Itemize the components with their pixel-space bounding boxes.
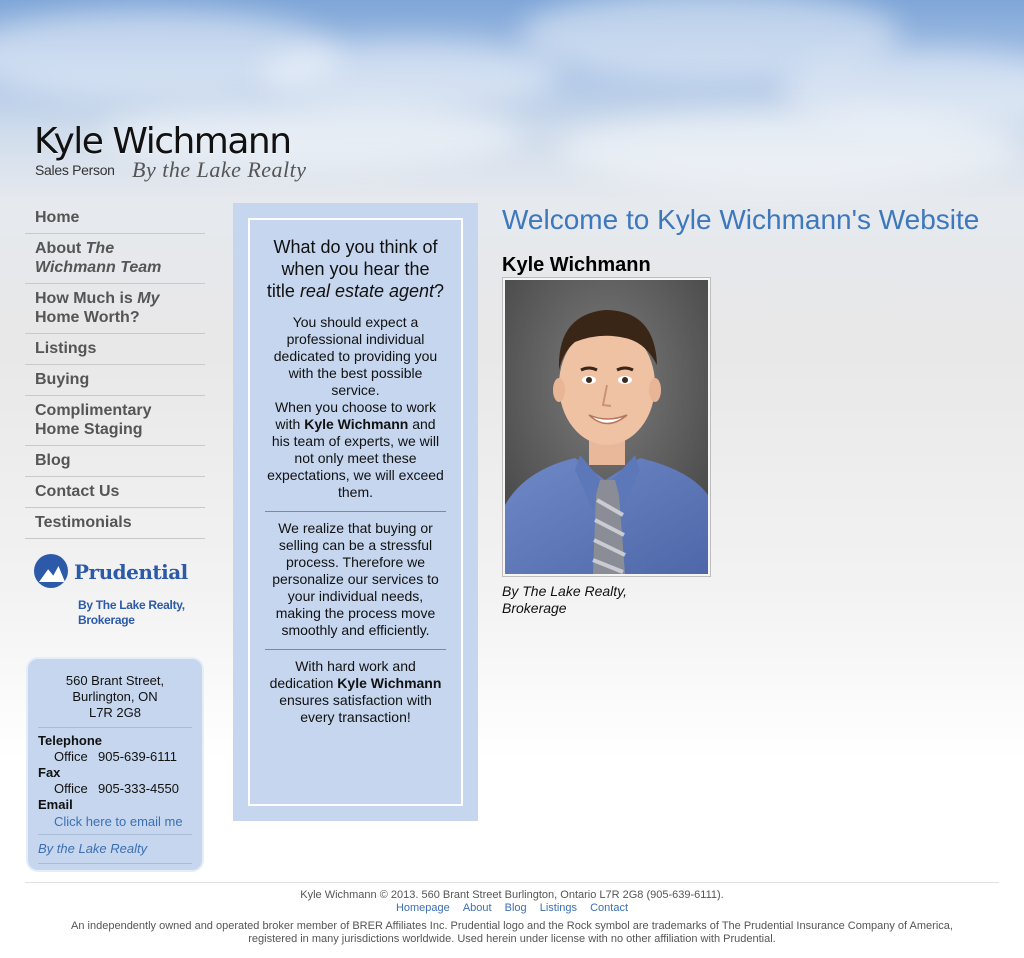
intro-paragraph-2: When you choose to work with Kyle Wichma… xyxy=(265,399,446,501)
phone-type-label: Office xyxy=(54,749,88,764)
logo-wordmark: Prudential xyxy=(74,560,188,584)
nav-item-blog[interactable]: Blog xyxy=(25,446,205,477)
contact-box: 560 Brant Street, Burlington, ON L7R 2G8… xyxy=(26,657,204,872)
nav-item-testimonials[interactable]: Testimonials xyxy=(25,508,205,539)
nav-item-buying[interactable]: Buying xyxy=(25,365,205,396)
logo-subtitle-line: By The Lake Realty, xyxy=(78,598,185,612)
rock-icon xyxy=(34,554,68,588)
address: 560 Brant Street, Burlington, ON L7R 2G8 xyxy=(38,673,192,728)
nav-label-emphasis: My xyxy=(137,290,160,307)
intro-panel-inner: What do you think of when you hear the t… xyxy=(248,218,463,806)
fax-type-label: Office xyxy=(54,781,88,796)
nav-label: Testimonials xyxy=(35,514,132,531)
fax-row: Office 905-333-4550 xyxy=(38,781,192,797)
footer-link-listings[interactable]: Listings xyxy=(540,902,577,914)
intro-paragraph-3: We realize that buying or selling can be… xyxy=(272,520,439,638)
prudential-logo[interactable]: Prudential By The Lake Realty, Brokerage xyxy=(34,554,194,634)
fax-number: 905-333-4550 xyxy=(98,781,179,796)
site-brokerage-script: By the Lake Realty xyxy=(132,157,307,182)
divider xyxy=(265,649,446,650)
main-content: Welcome to Kyle Wichmann's Website Kyle … xyxy=(502,203,1002,617)
intro-panel: What do you think of when you hear the t… xyxy=(233,203,478,821)
address-line: L7R 2G8 xyxy=(88,705,142,720)
nav-label: How Much is xyxy=(35,290,138,307)
agent-name: Kyle Wichmann xyxy=(304,416,409,432)
footer-link-blog[interactable]: Blog xyxy=(505,902,527,914)
footer-link-contact[interactable]: Contact xyxy=(590,902,628,914)
intro-paragraph-1: You should expect a professional individ… xyxy=(273,314,438,398)
footer-link-about[interactable]: About xyxy=(463,902,492,914)
paragraph-text: ensures satisfaction with every transact… xyxy=(279,692,432,725)
nav-item-home[interactable]: Home xyxy=(25,203,205,234)
nav-label: About xyxy=(35,240,86,257)
agent-photo xyxy=(502,277,711,577)
telephone-label: Telephone xyxy=(38,733,103,748)
nav-label: Blog xyxy=(35,452,71,469)
address-line: 560 Brant Street, xyxy=(65,673,165,688)
site-header[interactable]: Kyle Wichmann Sales Person By the Lake R… xyxy=(34,122,324,192)
agent-name: Kyle Wichmann xyxy=(337,675,442,691)
sidebar-nav: Home About The Wichmann Team How Much is… xyxy=(25,203,205,539)
telephone-row: Office 905-639-6111 xyxy=(38,749,192,765)
nav-label: Listings xyxy=(35,340,97,357)
photo-caption: By The Lake Realty, Brokerage xyxy=(502,583,1002,617)
brokerage-link[interactable]: By the Lake Realty xyxy=(38,841,192,864)
fax-label: Fax xyxy=(38,765,61,780)
logo-subtitle: By The Lake Realty, Brokerage xyxy=(78,598,185,628)
nav-label: Home Worth? xyxy=(35,309,140,326)
nav-item-contact[interactable]: Contact Us xyxy=(25,477,205,508)
question-text: ? xyxy=(434,281,445,301)
logo-subtitle-line: Brokerage xyxy=(78,613,135,627)
caption-line: Brokerage xyxy=(502,600,567,616)
address-line: Burlington, ON xyxy=(72,689,158,704)
nav-label: Buying xyxy=(35,371,90,388)
legal-line: registered in many jurisdictions worldwi… xyxy=(248,933,776,945)
site-name[interactable]: Kyle Wichmann xyxy=(34,122,324,162)
footer: Kyle Wichmann © 2013. 560 Brant Street B… xyxy=(25,882,999,946)
legal-line: An independently owned and operated brok… xyxy=(71,920,953,932)
email-link[interactable]: Click here to email me xyxy=(38,814,192,835)
intro-paragraph-4: With hard work and dedication Kyle Wichm… xyxy=(265,658,446,726)
nav-item-staging[interactable]: Complimentary Home Staging xyxy=(25,396,205,446)
nav-label: Home xyxy=(35,209,80,226)
nav-item-about[interactable]: About The Wichmann Team xyxy=(25,234,205,284)
divider xyxy=(265,511,446,512)
footer-legal: An independently owned and operated brok… xyxy=(25,920,999,946)
nav-label: Contact Us xyxy=(35,483,120,500)
agent-heading: Kyle Wichmann xyxy=(502,254,651,276)
site-role: Sales Person xyxy=(35,162,115,178)
nav-item-home-worth[interactable]: How Much is My Home Worth? xyxy=(25,284,205,334)
page-title: Welcome to Kyle Wichmann's Website xyxy=(502,204,980,235)
footer-copyright: Kyle Wichmann © 2013. 560 Brant Street B… xyxy=(300,889,724,901)
intro-question: What do you think of when you hear the t… xyxy=(265,236,446,302)
telephone-number: 905-639-6111 xyxy=(98,749,178,764)
email-label: Email xyxy=(38,797,73,812)
footer-links: Homepage About Blog Listings Contact xyxy=(25,902,999,915)
nav-label: Complimentary Home Staging xyxy=(35,402,152,438)
caption-line: By The Lake Realty, xyxy=(502,583,628,599)
nav-item-listings[interactable]: Listings xyxy=(25,334,205,365)
question-emphasis: real estate agent xyxy=(299,281,435,301)
agent-portrait-image xyxy=(505,280,708,574)
footer-link-homepage[interactable]: Homepage xyxy=(396,902,450,914)
